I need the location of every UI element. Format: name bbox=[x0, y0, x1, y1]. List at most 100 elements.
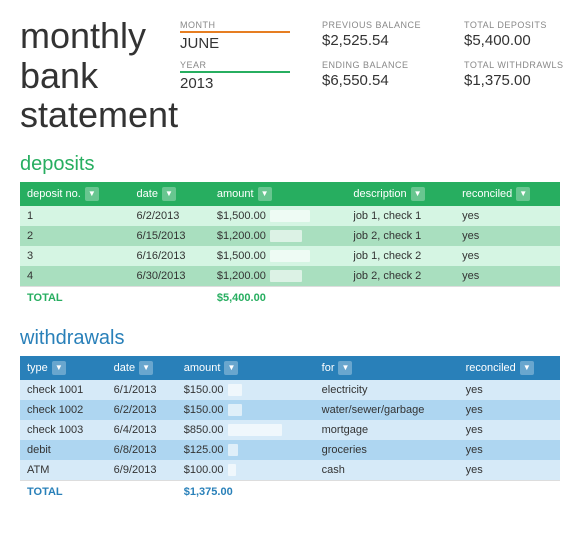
withdrawal-type: ATM bbox=[20, 460, 107, 481]
stats-row-1: MONTH JUNE PREVIOUS BALANCE $2,525.54 TO… bbox=[180, 20, 574, 52]
stat-total-deposits: TOTAL DEPOSITS $5,400.00 bbox=[464, 20, 574, 52]
deposits-row: 2 6/15/2013 $1,200.00 job 2, check 1 yes bbox=[20, 226, 560, 246]
withdrawal-date: 6/4/2013 bbox=[107, 420, 177, 440]
deposit-reconciled: yes bbox=[455, 266, 560, 287]
withdrawal-date: 6/2/2013 bbox=[107, 400, 177, 420]
stat-ending-balance-label: ENDING BALANCE bbox=[322, 60, 432, 70]
deposits-col-reconciled: reconciled ▼ bbox=[455, 182, 560, 206]
withdrawal-for: groceries bbox=[315, 440, 459, 460]
deposit-amount: $1,200.00 bbox=[210, 226, 347, 246]
withdrawals-col-type-filter[interactable]: ▼ bbox=[52, 361, 66, 375]
withdrawal-reconciled: yes bbox=[459, 440, 560, 460]
withdrawal-for: electricity bbox=[315, 380, 459, 400]
deposits-col-description: description ▼ bbox=[346, 182, 455, 206]
page-title: monthly bank statement bbox=[20, 16, 180, 135]
withdrawals-col-for-filter[interactable]: ▼ bbox=[338, 361, 352, 375]
withdrawal-date: 6/8/2013 bbox=[107, 440, 177, 460]
stat-month: MONTH JUNE bbox=[180, 20, 290, 52]
withdrawal-reconciled: yes bbox=[459, 420, 560, 440]
withdrawal-for: mortgage bbox=[315, 420, 459, 440]
deposits-col-no: deposit no. ▼ bbox=[20, 182, 130, 206]
deposit-description: job 1, check 1 bbox=[346, 206, 455, 226]
deposits-col-amount: amount ▼ bbox=[210, 182, 347, 206]
withdrawals-col-type: type ▼ bbox=[20, 356, 107, 380]
deposit-no: 2 bbox=[20, 226, 130, 246]
deposits-total-value: $5,400.00 bbox=[210, 286, 347, 309]
stat-year-label: YEAR bbox=[180, 60, 290, 73]
withdrawals-row: check 1002 6/2/2013 $150.00 water/sewer/… bbox=[20, 400, 560, 420]
withdrawals-col-amount-filter[interactable]: ▼ bbox=[224, 361, 238, 375]
withdrawals-total-label: TOTAL bbox=[20, 480, 177, 503]
deposit-date: 6/30/2013 bbox=[130, 266, 210, 287]
withdrawal-date: 6/9/2013 bbox=[107, 460, 177, 481]
deposit-reconciled: yes bbox=[455, 206, 560, 226]
withdrawals-row: check 1001 6/1/2013 $150.00 electricity … bbox=[20, 380, 560, 400]
stat-month-value: JUNE bbox=[180, 35, 290, 52]
deposits-col-date-filter[interactable]: ▼ bbox=[162, 187, 176, 201]
stats-row-2: YEAR 2013 ENDING BALANCE $6,550.54 TOTAL… bbox=[180, 60, 574, 92]
withdrawal-type: check 1003 bbox=[20, 420, 107, 440]
withdrawal-type: check 1001 bbox=[20, 380, 107, 400]
header-area: monthly bank statement MONTH JUNE PREVIO… bbox=[20, 16, 560, 135]
withdrawal-amount: $150.00 bbox=[177, 400, 315, 420]
stat-year-value: 2013 bbox=[180, 75, 290, 92]
deposit-description: job 1, check 2 bbox=[346, 246, 455, 266]
withdrawals-col-date-filter[interactable]: ▼ bbox=[139, 361, 153, 375]
stat-ending-balance: ENDING BALANCE $6,550.54 bbox=[322, 60, 432, 92]
stat-prev-balance-label: PREVIOUS BALANCE bbox=[322, 20, 432, 30]
deposit-no: 4 bbox=[20, 266, 130, 287]
stat-prev-balance: PREVIOUS BALANCE $2,525.54 bbox=[322, 20, 432, 52]
withdrawal-type: debit bbox=[20, 440, 107, 460]
deposit-date: 6/15/2013 bbox=[130, 226, 210, 246]
stat-total-withdrawls-value: $1,375.00 bbox=[464, 72, 574, 89]
stat-month-label: MONTH bbox=[180, 20, 290, 33]
deposits-col-description-filter[interactable]: ▼ bbox=[411, 187, 425, 201]
withdrawals-total-row: TOTAL $1,375.00 bbox=[20, 480, 560, 503]
deposits-header-row: deposit no. ▼ date ▼ amount ▼ descriptio… bbox=[20, 182, 560, 206]
withdrawal-amount: $125.00 bbox=[177, 440, 315, 460]
deposits-total-row: TOTAL $5,400.00 bbox=[20, 286, 560, 309]
withdrawal-amount: $150.00 bbox=[177, 380, 315, 400]
withdrawals-col-amount: amount ▼ bbox=[177, 356, 315, 380]
withdrawals-row: debit 6/8/2013 $125.00 groceries yes bbox=[20, 440, 560, 460]
deposit-description: job 2, check 1 bbox=[346, 226, 455, 246]
withdrawals-section-title: withdrawals bbox=[20, 327, 560, 350]
stats-block: MONTH JUNE PREVIOUS BALANCE $2,525.54 TO… bbox=[180, 16, 574, 92]
withdrawals-header-row: type ▼ date ▼ amount ▼ for ▼ bbox=[20, 356, 560, 380]
deposits-col-no-filter[interactable]: ▼ bbox=[85, 187, 99, 201]
deposits-col-reconciled-filter[interactable]: ▼ bbox=[516, 187, 530, 201]
withdrawals-col-reconciled-filter[interactable]: ▼ bbox=[520, 361, 534, 375]
withdrawal-reconciled: yes bbox=[459, 460, 560, 481]
stat-total-deposits-value: $5,400.00 bbox=[464, 32, 574, 49]
deposit-no: 1 bbox=[20, 206, 130, 226]
stat-year: YEAR 2013 bbox=[180, 60, 290, 92]
deposits-row: 1 6/2/2013 $1,500.00 job 1, check 1 yes bbox=[20, 206, 560, 226]
deposits-col-amount-filter[interactable]: ▼ bbox=[258, 187, 272, 201]
deposits-total-label: TOTAL bbox=[20, 286, 210, 309]
withdrawal-amount: $850.00 bbox=[177, 420, 315, 440]
deposits-table: deposit no. ▼ date ▼ amount ▼ descriptio… bbox=[20, 182, 560, 309]
deposits-section-title: deposits bbox=[20, 153, 560, 176]
withdrawals-total-value: $1,375.00 bbox=[177, 480, 315, 503]
deposit-description: job 2, check 2 bbox=[346, 266, 455, 287]
deposit-date: 6/2/2013 bbox=[130, 206, 210, 226]
withdrawal-for: water/sewer/garbage bbox=[315, 400, 459, 420]
deposits-col-date: date ▼ bbox=[130, 182, 210, 206]
deposit-date: 6/16/2013 bbox=[130, 246, 210, 266]
deposit-reconciled: yes bbox=[455, 226, 560, 246]
stat-prev-balance-value: $2,525.54 bbox=[322, 32, 432, 49]
withdrawal-reconciled: yes bbox=[459, 400, 560, 420]
deposit-reconciled: yes bbox=[455, 246, 560, 266]
withdrawal-amount: $100.00 bbox=[177, 460, 315, 481]
withdrawals-col-reconciled: reconciled ▼ bbox=[459, 356, 560, 380]
withdrawals-row: ATM 6/9/2013 $100.00 cash yes bbox=[20, 460, 560, 481]
deposit-amount: $1,500.00 bbox=[210, 206, 347, 226]
deposit-no: 3 bbox=[20, 246, 130, 266]
withdrawal-type: check 1002 bbox=[20, 400, 107, 420]
withdrawal-reconciled: yes bbox=[459, 380, 560, 400]
deposits-row: 4 6/30/2013 $1,200.00 job 2, check 2 yes bbox=[20, 266, 560, 287]
deposit-amount: $1,500.00 bbox=[210, 246, 347, 266]
stat-total-withdrawls-label: TOTAL WITHDRAWLS bbox=[464, 60, 574, 70]
deposit-amount: $1,200.00 bbox=[210, 266, 347, 287]
withdrawal-date: 6/1/2013 bbox=[107, 380, 177, 400]
